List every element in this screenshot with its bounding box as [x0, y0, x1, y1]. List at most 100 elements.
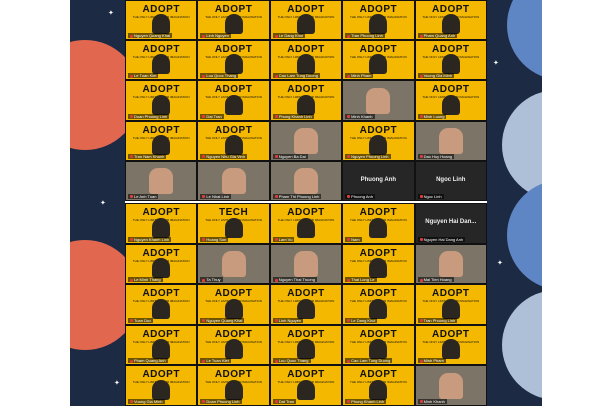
participant-tile[interactable]: TECHTHE ONLY LIMIT IS YOUR IMAGINATIONHo…: [197, 203, 270, 244]
participant-name-label: Minh Pham: [417, 358, 446, 364]
participant-tile[interactable]: Minh Khanh: [414, 365, 487, 406]
participant-tile[interactable]: Dao Huy Hoang: [414, 120, 487, 161]
mic-muted-icon: [347, 34, 351, 38]
participant-tile[interactable]: ADOPTTHE ONLY LIMIT IS YOUR IMAGINATIONC…: [269, 40, 343, 81]
participant-video: [369, 134, 388, 155]
participant-name-label: Minh Luong: [417, 113, 447, 119]
participant-name-label: Nguyen Quang Khai: [128, 33, 173, 39]
participant-tile[interactable]: ADOPTTHE ONLY LIMIT IS YOUR IMAGINATIONM…: [342, 40, 415, 81]
participant-tile[interactable]: ADOPTTHE ONLY LIMIT IS YOUR IMAGINATIONP…: [414, 0, 487, 41]
participant-name-label: Luu Quoc Thang: [272, 358, 311, 364]
mic-muted-icon: [274, 155, 278, 159]
participant-tile[interactable]: Pham Thi Phuong Linh: [269, 160, 343, 201]
participant-tile[interactable]: ADOPTTHE ONLY LIMIT IS YOUR IMAGINATIONN…: [197, 284, 270, 325]
brand-logo: ADOPT: [214, 288, 253, 300]
participant-video: [224, 379, 243, 400]
participant-tile[interactable]: ADOPTTHE ONLY LIMIT IS YOUR IMAGINATIONL…: [342, 284, 415, 325]
participant-name: Nguyen Khanh Linh: [134, 236, 170, 242]
participant-tile[interactable]: ADOPTTHE ONLY LIMIT IS YOUR IMAGINATIONT…: [342, 243, 415, 285]
mic-muted-icon: [274, 238, 278, 242]
participant-tile[interactable]: ADOPTTHE ONLY LIMIT IS YOUR IMAGINATIONN…: [342, 120, 415, 161]
mic-muted-icon: [347, 74, 351, 78]
participant-name-label: Cao Lam Tung Duong: [272, 73, 320, 79]
participant-tile[interactable]: ADOPTTHE ONLY LIMIT IS YOUR IMAGINATIONN…: [197, 120, 270, 161]
participant-tile[interactable]: ADOPTTHE ONLY LIMIT IS YOUR IMAGINATIONL…: [197, 324, 270, 366]
participant-tile[interactable]: ADOPTTHE ONLY LIMIT IS YOUR IMAGINATIONM…: [414, 80, 487, 121]
participant-name-label: Pham Quang Anh: [128, 358, 168, 364]
participant-tile[interactable]: ADOPTTHE ONLY LIMIT IS YOUR IMAGINATIONN…: [125, 0, 198, 41]
participant-video: [293, 127, 318, 154]
participant-tile[interactable]: ADOPTTHE ONLY LIMIT IS YOUR IMAGINATIONT…: [414, 284, 487, 325]
participant-tile[interactable]: Nguyen Thai Truong: [269, 243, 343, 285]
participant-tile[interactable]: ADOPTTHE ONLY LIMIT IS YOUR IMAGINATIONL…: [269, 324, 343, 366]
participant-tile[interactable]: Minh Khanh: [342, 80, 415, 121]
participant-name-label: Le Tuan Kiet: [200, 358, 231, 364]
participant-video: [224, 217, 243, 238]
participant-tile[interactable]: ADOPTTHE ONLY LIMIT IS YOUR IMAGINATIONP…: [342, 365, 415, 406]
participant-tile[interactable]: ADOPTTHE ONLY LIMIT IS YOUR IMAGINATIONV…: [414, 40, 487, 81]
mic-muted-icon: [419, 319, 423, 323]
mic-muted-icon: [130, 238, 133, 242]
participant-name-label: Nguyen Phuong Linh: [345, 153, 391, 159]
mic-muted-icon: [419, 195, 423, 199]
participant-video: [369, 258, 388, 279]
participant-name: Minh Pham: [423, 358, 444, 364]
participant-name-label: Dat Tran: [272, 398, 297, 404]
participant-tile[interactable]: Mai Tien Hoang: [414, 243, 487, 285]
brand-logo: ADOPT: [287, 288, 325, 300]
participant-name-label: Le Nhat Linh: [200, 194, 232, 199]
participant-name: Vuong Gia Minh: [134, 398, 163, 404]
participant-tile[interactable]: ADOPTTHE ONLY LIMIT IS YOUR IMAGINATIOND…: [125, 80, 198, 121]
participant-name: Pham Thi Phuong Linh: [278, 194, 320, 199]
participant-tile[interactable]: Le Anh Tuan: [125, 160, 198, 201]
participant-tile[interactable]: Ngoc Linh Ngoc Linh: [414, 160, 487, 201]
participant-tile[interactable]: Phuong Anh Phuong Anh: [342, 160, 415, 201]
participant-tile[interactable]: ADOPTTHE ONLY LIMIT IS YOUR IMAGINATIONL…: [197, 0, 270, 41]
mic-muted-icon: [202, 115, 206, 119]
mic-muted-icon: [274, 359, 278, 363]
participant-tile[interactable]: ADOPTTHE ONLY LIMIT IS YOUR IMAGINATIONN…: [342, 203, 415, 244]
mic-muted-icon: [130, 155, 133, 159]
participant-tile[interactable]: ADOPTTHE ONLY LIMIT IS YOUR IMAGINATIONV…: [125, 365, 198, 406]
participant-tile[interactable]: ADOPTTHE ONLY LIMIT IS YOUR IMAGINATIONL…: [125, 40, 198, 81]
mic-muted-icon: [130, 278, 133, 282]
participant-tile[interactable]: ADOPTTHE ONLY LIMIT IS YOUR IMAGINATIONM…: [414, 324, 487, 366]
participant-tile[interactable]: ADOPTTHE ONLY LIMIT IS YOUR IMAGINATIOND…: [197, 365, 270, 406]
star-icon: ✦: [497, 260, 503, 267]
participant-tile[interactable]: ADOPTTHE ONLY LIMIT IS YOUR IMAGINATIONC…: [342, 324, 415, 366]
participant-tile[interactable]: Nguyen Ba Dai: [269, 120, 343, 161]
participant-tile[interactable]: ADOPTTHE ONLY LIMIT IS YOUR IMAGINATIONP…: [125, 324, 198, 366]
mic-muted-icon: [274, 74, 278, 78]
participant-tile[interactable]: ADOPTTHE ONLY LIMIT IS YOUR IMAGINATIONL…: [269, 203, 343, 244]
participant-name: Tran Phuong Linh: [423, 317, 456, 323]
participant-name: Nguyen Phuong Linh: [351, 153, 389, 159]
participant-tile[interactable]: ADOPTTHE ONLY LIMIT IS YOUR IMAGINATIONL…: [269, 284, 343, 325]
participant-video: [221, 168, 246, 194]
participant-video: [224, 339, 243, 360]
participant-tile[interactable]: ADOPTTHE ONLY LIMIT IS YOUR IMAGINATIONN…: [125, 203, 198, 244]
participant-name: Luu Quoc Thang: [278, 358, 309, 364]
mic-muted-icon: [202, 195, 206, 199]
participant-name-label: Nguyen Thai Truong: [272, 277, 317, 283]
participant-tile[interactable]: ADOPTTHE ONLY LIMIT IS YOUR IMAGINATIOND…: [197, 80, 270, 121]
participant-tile[interactable]: Le Nhat Linh: [197, 160, 270, 201]
participant-tile[interactable]: ADOPTTHE ONLY LIMIT IS YOUR IMAGINATIONL…: [269, 0, 343, 41]
participant-video: [438, 127, 463, 154]
participant-tile[interactable]: Ta Thuy: [197, 243, 270, 285]
participant-tile[interactable]: ADOPTTHE ONLY LIMIT IS YOUR IMAGINATIONT…: [125, 120, 198, 161]
brand-logo: ADOPT: [287, 328, 325, 340]
participant-tile[interactable]: ADOPTTHE ONLY LIMIT IS YOUR IMAGINATIONP…: [269, 80, 343, 121]
participant-video: [296, 339, 315, 360]
participant-tile[interactable]: ADOPTTHE ONLY LIMIT IS YOUR IMAGINATIOND…: [269, 365, 343, 406]
participant-tile[interactable]: Nguyen Hai Dan... Nguyen Hai Dang Anh: [414, 203, 487, 244]
participant-tile[interactable]: ADOPTTHE ONLY LIMIT IS YOUR IMAGINATIONT…: [125, 284, 198, 325]
participant-tile[interactable]: ADOPTTHE ONLY LIMIT IS YOUR IMAGINATIONL…: [125, 243, 198, 285]
participant-name: Le Anh Tuan: [134, 194, 157, 199]
participant-video: [152, 339, 171, 360]
participant-tile[interactable]: ADOPTTHE ONLY LIMIT IS YOUR IMAGINATIONT…: [342, 0, 415, 41]
participant-name-label: Nguyen Quang Khai: [200, 317, 245, 323]
participant-name: Nguyen Thai Truong: [278, 277, 315, 283]
video-gallery-bottom: ADOPTTHE ONLY LIMIT IS YOUR IMAGINATIONN…: [125, 203, 487, 406]
participant-name: Nguyen Hai Dang Anh: [423, 236, 464, 242]
participant-tile[interactable]: ADOPTTHE ONLY LIMIT IS YOUR IMAGINATIONL…: [197, 40, 270, 81]
